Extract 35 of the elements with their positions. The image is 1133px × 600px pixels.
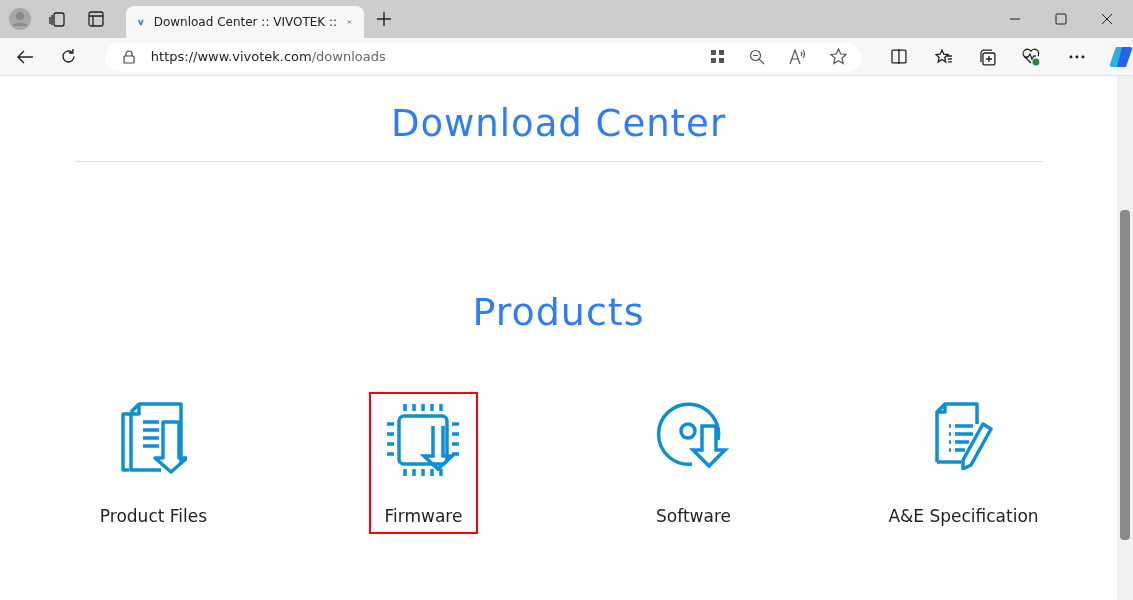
collections-icon[interactable] [978, 47, 997, 66]
product-link[interactable]: Software [639, 392, 748, 534]
maximize-icon[interactable] [1055, 13, 1067, 25]
url-text: https://www.vivotek.com/downloads [150, 49, 386, 64]
split-screen-icon[interactable] [890, 49, 907, 64]
tab-title: Download Center :: VIVOTEK :: [153, 15, 338, 29]
close-icon[interactable] [1101, 13, 1113, 25]
sidebar-icon[interactable] [88, 11, 104, 27]
read-aloud-icon[interactable] [788, 48, 806, 65]
browser-tab[interactable]: Download Center :: VIVOTEK :: [126, 6, 364, 38]
product-label: Firmware [384, 506, 463, 526]
product-link[interactable]: Product Files [83, 392, 224, 534]
document-pencil-icon [932, 402, 995, 470]
scrollbar[interactable] [1117, 76, 1133, 600]
new-tab-icon[interactable] [376, 11, 392, 27]
more-icon[interactable] [1069, 54, 1086, 59]
product-label: A&E Specification [888, 506, 1039, 526]
copilot-icon[interactable] [1109, 44, 1133, 69]
product-link[interactable]: A&E Specification [872, 392, 1055, 534]
star-icon[interactable] [829, 48, 847, 65]
back-icon[interactable] [16, 48, 34, 65]
product-label: Product Files [99, 506, 208, 526]
product-label: Software [656, 506, 731, 526]
chip-download-icon [385, 402, 462, 478]
workspaces-icon[interactable] [48, 10, 66, 28]
refresh-icon[interactable] [59, 48, 77, 65]
lock-icon [122, 49, 135, 64]
zoom-out-icon[interactable] [748, 48, 765, 65]
section-title: Products [472, 290, 645, 334]
product-link[interactable]: Firmware [368, 392, 479, 534]
page-title: Download Center [390, 102, 727, 145]
favorites-icon[interactable] [934, 48, 953, 65]
address-field[interactable]: https://www.vivotek.com/downloads [104, 41, 861, 72]
grid-icon[interactable] [709, 49, 725, 64]
heartbeat-icon[interactable] [1022, 47, 1042, 66]
